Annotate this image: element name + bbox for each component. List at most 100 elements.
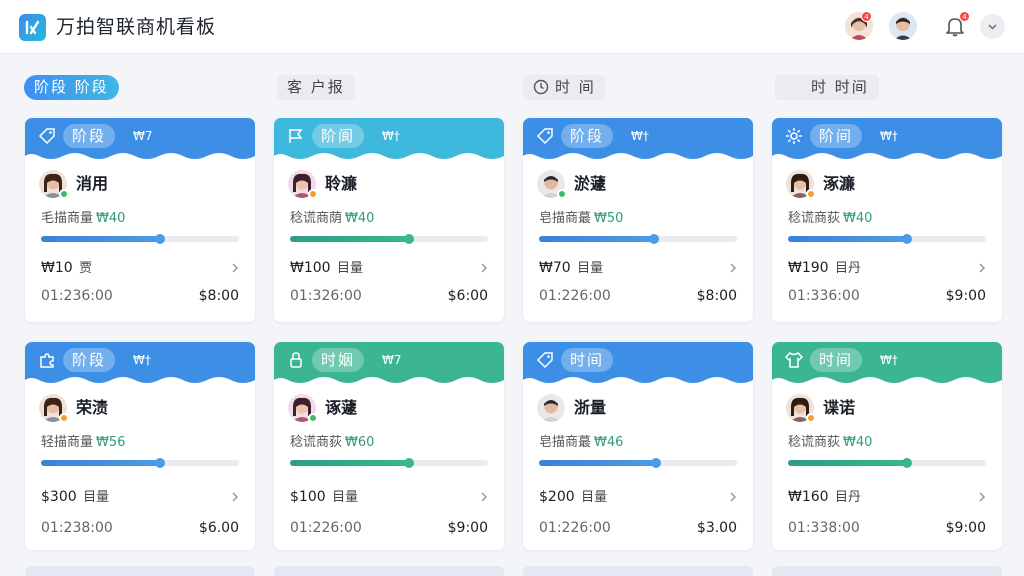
next-row-card-hint	[274, 566, 504, 576]
progress-bar	[539, 234, 737, 244]
probability: 稔谎商荻 ₩40	[788, 210, 872, 228]
progress-knob	[648, 234, 659, 244]
probability: 皂描商蕞 ₩50	[539, 210, 623, 228]
status-dot	[59, 189, 69, 199]
deal-time: 01:236:00	[41, 288, 113, 304]
chevron-down-icon[interactable]	[980, 14, 1005, 39]
amount-unit: 目量	[332, 490, 359, 505]
shirt-icon	[784, 350, 804, 370]
deal-amount: ₩160 目丹	[788, 487, 861, 508]
filter-customer[interactable]: 客 户报	[277, 75, 355, 100]
app-title: 万拍智联商机看板	[56, 16, 217, 38]
bell-notification-badge: 4	[959, 11, 970, 22]
flag-icon	[286, 126, 306, 146]
probability: 毛描商量 ₩40	[41, 210, 125, 228]
progress-knob	[650, 458, 661, 468]
contact-name: 淤蘧	[574, 174, 607, 193]
deal-card[interactable]: 阶段 ₩† 荣渍 轻描商量 ₩56 $300 目量 01:238:00 $6.00	[25, 342, 255, 550]
deal-amount: ₩10 贾	[41, 258, 92, 279]
amount-unit: 目量	[83, 490, 110, 505]
probability-label: 皂描商蕞	[539, 435, 592, 450]
progress-knob	[154, 458, 165, 468]
amount-value: $300	[41, 489, 77, 505]
puzzle-icon	[37, 350, 57, 370]
contact-name: 涿濂	[823, 174, 856, 193]
next-row-card-hint	[523, 566, 753, 576]
progress-knob	[901, 458, 912, 468]
contact-name: 谍诺	[823, 398, 856, 417]
progress-fill	[41, 460, 160, 466]
stage-label: 时间	[810, 348, 863, 372]
chevron-right-icon[interactable]	[975, 490, 989, 504]
deal-price: $8:00	[696, 288, 737, 304]
chevron-right-icon[interactable]	[726, 261, 740, 275]
deal-amount: ₩100 目量	[290, 258, 363, 279]
probability: 轻描商量 ₩56	[41, 434, 125, 452]
probability: 皂描商蕞 ₩46	[539, 434, 623, 452]
deal-card[interactable]: 时姻 ₩7 诼蘧 稔谎商荻 ₩60 $100 目量 01:226:00 $9:00	[274, 342, 504, 550]
progress-bar	[539, 458, 737, 468]
probability-value: ₩56	[96, 435, 126, 450]
stage-tag: ₩†	[880, 129, 898, 143]
filter-time[interactable]: 时 间	[523, 75, 606, 100]
deal-card[interactable]: 时间 浙量 皂描商蕞 ₩46 $200 目量 01:226:00 $3.00	[523, 342, 753, 550]
card-header: 阶段 ₩†	[523, 118, 753, 164]
deal-card[interactable]: 时间 ₩† 谍诺稔谎商荻 ₩40 ₩160 目丹 01:338:00 $9:00	[772, 342, 1002, 550]
status-dot	[59, 413, 69, 423]
stage-tag: ₩†	[382, 129, 400, 143]
probability-value: ₩50	[594, 211, 624, 226]
filter-stage[interactable]: 阶段 阶段	[24, 75, 119, 100]
progress-bar	[41, 234, 239, 244]
user-avatar-male[interactable]	[889, 12, 917, 40]
chevron-right-icon[interactable]	[228, 261, 242, 275]
deal-amount: $200 目量	[539, 487, 607, 508]
card-header: 时间	[523, 342, 753, 388]
deal-card[interactable]: 阶段 ₩7 消用 毛描商量 ₩40 ₩10 贾 01:236:00 $8:00	[25, 118, 255, 322]
progress-bar	[788, 458, 986, 468]
app-logo-icon[interactable]	[19, 14, 46, 41]
probability-label: 皂描商蕞	[539, 211, 592, 226]
progress-knob	[403, 234, 414, 244]
chevron-right-icon[interactable]	[726, 490, 740, 504]
amount-value: $100	[290, 489, 326, 505]
stage-tag: ₩†	[880, 353, 898, 367]
probability-value: ₩40	[345, 211, 375, 226]
status-dot	[557, 189, 567, 199]
deal-card[interactable]: 阶阆 ₩† 聆濂 稔谎商荫 ₩40 ₩100 目量 01:326:00 $6:00	[274, 118, 504, 322]
status-dot	[308, 413, 318, 423]
amount-value: ₩100	[290, 260, 331, 276]
stage-tag: ₩7	[133, 129, 153, 143]
top-bar: 万拍智联商机看板 4 4	[0, 0, 1024, 54]
probability-label: 毛描商量	[41, 211, 94, 226]
amount-value: ₩160	[788, 489, 829, 505]
lock-icon	[286, 350, 306, 370]
amount-unit: 目量	[337, 261, 364, 276]
chevron-right-icon[interactable]	[477, 261, 491, 275]
stage-label: 阶间	[810, 124, 863, 148]
deal-time: 01:326:00	[290, 288, 362, 304]
deal-price: $6:00	[447, 288, 488, 304]
deal-price: $9:00	[945, 288, 986, 304]
chevron-right-icon[interactable]	[477, 490, 491, 504]
probability: 稔谎商荻 ₩60	[290, 434, 374, 452]
chevron-right-icon[interactable]	[975, 261, 989, 275]
filter-period[interactable]: 时 时间	[775, 75, 879, 100]
clock-icon	[533, 78, 549, 95]
deal-card[interactable]: 阶段 ₩† 淤蘧 皂描商蕞 ₩50 ₩70 目量 01:226:00 $8:00	[523, 118, 753, 322]
stage-label: 时姻	[312, 348, 365, 372]
deal-time: 01:338:00	[788, 520, 860, 536]
tag-icon	[37, 126, 57, 146]
progress-bar	[788, 234, 986, 244]
contact-name: 消用	[76, 174, 109, 193]
progress-fill	[788, 236, 907, 242]
deal-price: $9:00	[945, 520, 986, 536]
progress-knob	[403, 458, 414, 468]
probability-value: ₩60	[345, 435, 375, 450]
amount-value: ₩10	[41, 260, 73, 276]
probability: 稔谎商荻 ₩40	[788, 434, 872, 452]
card-header: 时姻 ₩7	[274, 342, 504, 388]
deal-card[interactable]: 阶间 ₩† 涿濂 稔谎商荻 ₩40 ₩190 目丹 01:336:00 $9:00	[772, 118, 1002, 322]
card-header: 阶段 ₩†	[25, 342, 255, 388]
chevron-right-icon[interactable]	[228, 490, 242, 504]
deal-amount: $300 目量	[41, 487, 109, 508]
